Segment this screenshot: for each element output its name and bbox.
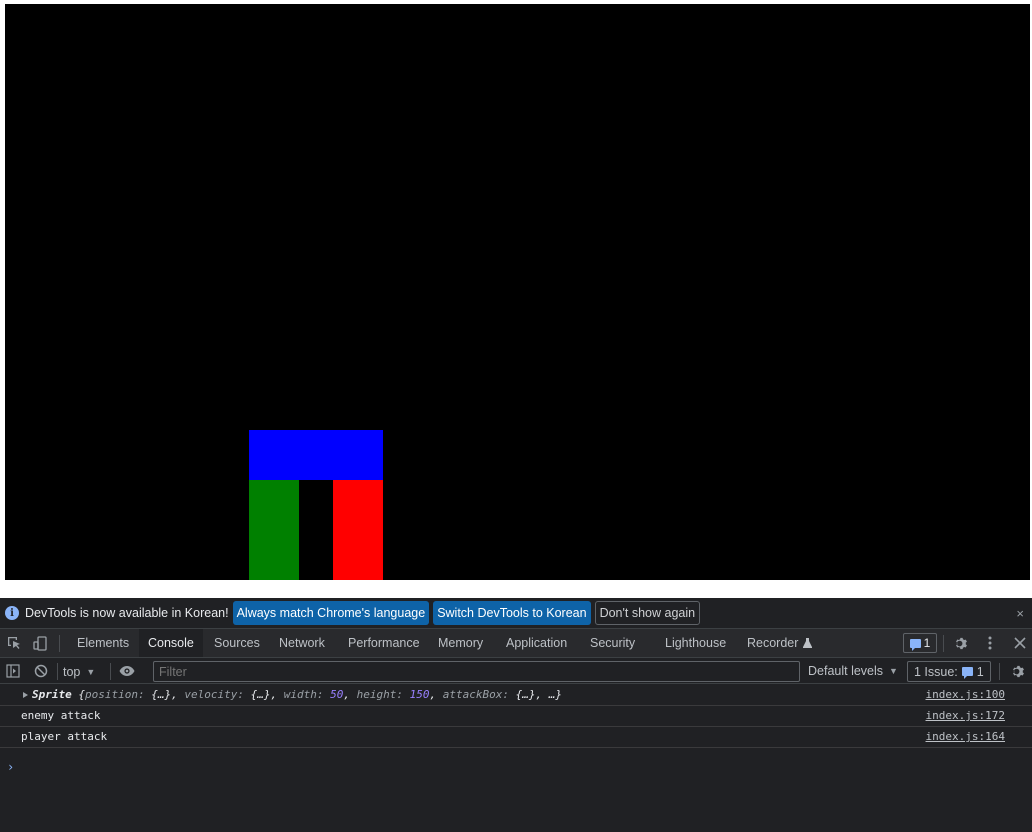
enemy-sprite	[333, 480, 383, 580]
prop-value: {…}	[250, 688, 271, 701]
message-text: player attack	[21, 730, 108, 743]
tab-recorder-label: Recorder	[747, 636, 799, 650]
console-message[interactable]: enemy attack index.js:172	[0, 706, 1032, 727]
inspect-element-icon[interactable]	[6, 635, 22, 651]
source-link[interactable]: index.js:100	[926, 685, 1005, 705]
tab-console[interactable]: Console	[139, 629, 203, 657]
tab-recorder[interactable]: Recorder	[738, 629, 820, 657]
game-canvas[interactable]	[5, 4, 1030, 580]
tab-network[interactable]: Network	[270, 629, 334, 657]
close-icon[interactable]: ×	[1016, 606, 1024, 621]
more-options-icon[interactable]	[982, 635, 998, 651]
switch-language-button[interactable]: Switch DevTools to Korean	[433, 601, 591, 625]
prop-key: height	[356, 688, 397, 701]
console-message[interactable]: Sprite {position: {…}, velocity: {…}, wi…	[0, 685, 1032, 706]
live-expression-eye-icon[interactable]	[119, 663, 135, 679]
prop-value: {…}	[515, 688, 536, 701]
issues-counter-value: 1	[976, 664, 984, 679]
clear-console-icon[interactable]	[33, 663, 49, 679]
attack-box	[249, 430, 383, 480]
language-infobar: i DevTools is now available in Korean! A…	[0, 598, 1032, 629]
prop-value: {…}	[151, 688, 172, 701]
settings-gear-icon[interactable]	[953, 635, 969, 651]
prop-key: attackBox	[442, 688, 503, 701]
console-prompt[interactable]: ›	[7, 760, 14, 774]
console-messages: Sprite {position: {…}, velocity: {…}, wi…	[0, 685, 1032, 748]
message-text: enemy attack	[21, 709, 101, 722]
console-settings-gear-icon[interactable]	[1010, 663, 1026, 679]
object-class: Sprite	[32, 688, 72, 701]
chevron-down-icon: ▼	[86, 666, 96, 677]
flask-icon	[803, 638, 813, 648]
message-icon	[909, 638, 921, 651]
source-link[interactable]: index.js:164	[926, 727, 1005, 747]
devtools-tabbar: Elements Console Sources Network Perform…	[0, 629, 1032, 658]
object-brace: …}	[548, 688, 562, 701]
prop-value: 50	[330, 688, 344, 701]
issues-badge[interactable]: 1	[903, 633, 937, 653]
log-levels-dropdown[interactable]: Default levels ▼	[808, 662, 898, 680]
prop-value: 150	[409, 688, 430, 701]
expand-triangle-icon[interactable]	[23, 692, 28, 698]
tab-sources[interactable]: Sources	[205, 629, 269, 657]
sidebar-toggle-icon[interactable]	[5, 663, 21, 679]
match-language-button[interactable]: Always match Chrome's language	[232, 601, 430, 625]
log-levels-value: Default levels	[808, 664, 884, 678]
context-selector[interactable]: top ▼	[63, 663, 95, 680]
context-selector-value: top	[63, 664, 81, 679]
source-link[interactable]: index.js:172	[926, 706, 1005, 726]
tab-elements[interactable]: Elements	[68, 629, 138, 657]
tab-security[interactable]: Security	[581, 629, 644, 657]
console-toolbar: top ▼ Default levels ▼ 1 Issue: 1	[0, 658, 1032, 684]
issues-counter[interactable]: 1 Issue: 1	[907, 661, 991, 682]
prop-key: velocity	[184, 688, 238, 701]
close-devtools-icon[interactable]	[1012, 635, 1028, 651]
object-brace: {	[78, 688, 85, 701]
player-sprite	[249, 480, 299, 580]
devtools-panel: i DevTools is now available in Korean! A…	[0, 598, 1032, 832]
object-preview[interactable]: Sprite {position: {…}, velocity: {…}, wi…	[21, 688, 562, 701]
dont-show-again-button[interactable]: Don't show again	[594, 601, 701, 625]
info-icon: i	[5, 606, 19, 620]
issues-badge-count: 1	[923, 636, 931, 650]
filter-input[interactable]	[153, 661, 800, 682]
tab-lighthouse[interactable]: Lighthouse	[656, 629, 735, 657]
message-icon	[961, 667, 973, 679]
prop-key: position	[85, 688, 138, 701]
prop-key: width	[283, 688, 317, 701]
tab-performance[interactable]: Performance	[339, 629, 429, 657]
device-toolbar-icon[interactable]	[32, 635, 48, 651]
tab-memory[interactable]: Memory	[429, 629, 492, 657]
infobar-message: DevTools is now available in Korean!	[25, 606, 229, 620]
console-message[interactable]: player attack index.js:164	[0, 727, 1032, 748]
issues-counter-label: 1 Issue:	[914, 664, 958, 679]
tab-application[interactable]: Application	[497, 629, 576, 657]
chevron-down-icon: ▼	[889, 666, 898, 676]
